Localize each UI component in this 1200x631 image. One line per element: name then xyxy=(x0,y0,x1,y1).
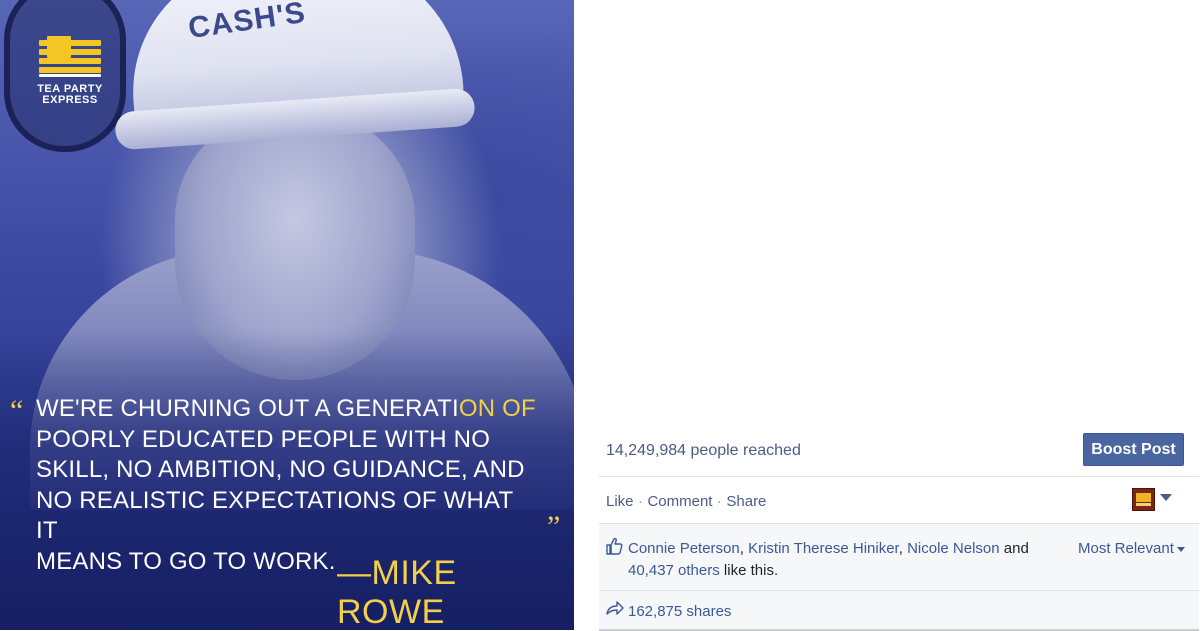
quote-line: SKILL, NO AMBITION, NO GUIDANCE, AND xyxy=(36,456,525,483)
tea-party-express-logo: TEA PARTY EXPRESS xyxy=(30,36,110,106)
likes-row: Connie Peterson, Kristin Therese Hiniker… xyxy=(599,524,1199,591)
quote-line: POORLY EDUCATED PEOPLE WITH NO xyxy=(36,425,491,453)
boost-post-button[interactable]: Boost Post xyxy=(1083,433,1184,466)
actions-row: Like · Comment · Share xyxy=(599,477,1199,524)
shares-row: 162,875 shares xyxy=(599,591,1199,631)
post-image[interactable]: CASH'S TEA PARTY EXPRESS “ WE'RE CHURNIN… xyxy=(0,0,574,630)
separator: · xyxy=(637,493,643,510)
chevron-down-icon xyxy=(1176,546,1185,552)
separator: · xyxy=(716,493,722,510)
liker-name[interactable]: Kristin Therese Hiniker xyxy=(748,540,899,557)
post-footer: 14,249,984 people reached Boost Post Lik… xyxy=(599,0,1200,631)
quote-line: NO REALISTIC EXPECTATIONS OF WHAT IT xyxy=(36,486,513,545)
page-avatar[interactable] xyxy=(1132,488,1155,511)
chevron-down-icon[interactable] xyxy=(1160,494,1172,501)
quote-open-mark: “ xyxy=(10,394,24,427)
people-reached[interactable]: 14,249,984 people reached xyxy=(606,442,801,460)
avatar-graphic xyxy=(1136,503,1151,506)
logo-name: TEA PARTY EXPRESS xyxy=(37,83,103,106)
quote-close-mark: ” xyxy=(547,510,561,543)
share-link[interactable]: Share xyxy=(726,493,766,510)
shares-count[interactable]: 162,875 shares xyxy=(628,603,731,620)
quote-text: WE'RE CHURNING OUT A GENERATION OF POORL… xyxy=(36,394,536,577)
like-this-text: like this. xyxy=(723,562,779,579)
reach-row: 14,249,984 people reached Boost Post xyxy=(599,430,1199,477)
and-text: and xyxy=(1003,540,1029,557)
likes-summary: Connie Peterson, Kristin Therese Hiniker… xyxy=(628,540,1029,579)
liker-name[interactable]: Nicole Nelson xyxy=(907,540,1000,557)
quote-line: WE'RE CHURNING OUT A GENERATION OF xyxy=(36,395,536,422)
avatar-graphic xyxy=(1136,493,1151,502)
liker-name[interactable]: Connie Peterson xyxy=(628,540,740,557)
post-actions: Like · Comment · Share xyxy=(606,493,766,511)
sort-dropdown[interactable]: Most Relevant xyxy=(1078,540,1185,557)
sort-label: Most Relevant xyxy=(1078,540,1174,557)
like-link[interactable]: Like xyxy=(606,493,634,510)
others-link[interactable]: 40,437 others xyxy=(628,562,720,579)
comment-link[interactable]: Comment xyxy=(647,493,712,510)
share-arrow-icon xyxy=(606,601,624,615)
thumbs-up-icon xyxy=(606,537,623,555)
bus-icon xyxy=(39,36,101,80)
quote-attribution: —MIKE ROWE xyxy=(337,554,457,630)
